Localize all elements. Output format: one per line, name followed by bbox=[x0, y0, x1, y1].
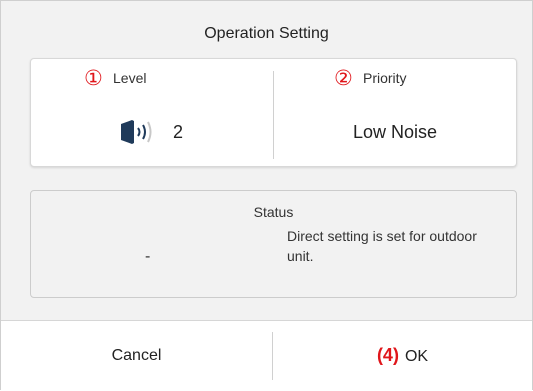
operation-setting-dialog: Operation Setting ① Level 2 ② Priority L… bbox=[0, 0, 533, 390]
dialog-title: Operation Setting bbox=[204, 25, 329, 42]
status-label: Status bbox=[253, 204, 294, 220]
level-cell[interactable]: ① Level 2 bbox=[31, 59, 273, 166]
speaker-volume-icon bbox=[121, 120, 152, 144]
ok-button-label: OK bbox=[404, 348, 429, 365]
priority-marker: ② bbox=[334, 66, 353, 90]
level-marker: ① bbox=[84, 66, 103, 90]
status-value: - bbox=[145, 248, 151, 265]
level-value: 2 bbox=[173, 122, 184, 142]
priority-label: Priority bbox=[363, 70, 407, 86]
status-message: Direct setting is set for outdoor unit. bbox=[287, 228, 477, 264]
priority-cell[interactable]: ② Priority Low Noise bbox=[274, 59, 516, 166]
priority-value: Low Noise bbox=[352, 122, 438, 142]
cancel-button[interactable]: Cancel bbox=[1, 321, 272, 390]
ok-marker: (4) bbox=[376, 345, 399, 365]
cancel-button-label: Cancel bbox=[111, 347, 162, 364]
dialog-footer: Cancel (4) OK bbox=[1, 320, 532, 390]
status-panel: Status - Direct setting is set for outdo… bbox=[30, 190, 517, 298]
ok-button[interactable]: (4) OK bbox=[273, 321, 532, 390]
level-label: Level bbox=[113, 70, 147, 86]
settings-card: ① Level 2 ② Priority Low Noise bbox=[30, 58, 517, 167]
